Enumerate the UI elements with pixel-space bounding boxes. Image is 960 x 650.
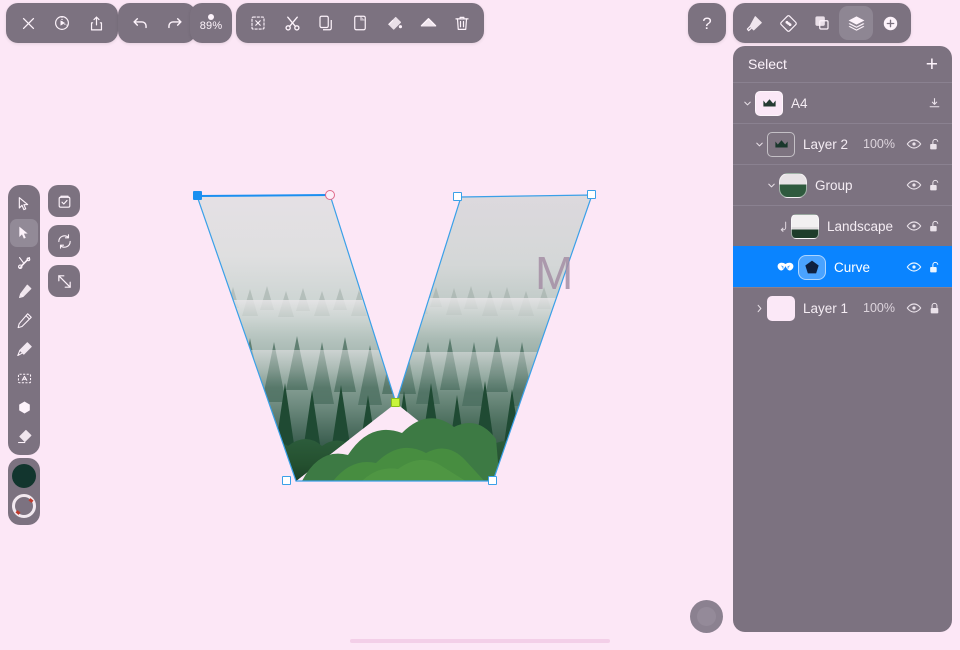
layer-row-landscape[interactable]: Landscape [733, 205, 952, 246]
layer-thumbnail [791, 213, 819, 239]
history-button-group [118, 3, 196, 43]
node-top-right[interactable] [587, 190, 596, 199]
node-bottom-right[interactable] [488, 476, 497, 485]
chevron-down-icon[interactable] [763, 180, 779, 191]
help-button[interactable]: ? [688, 3, 726, 43]
share-icon[interactable] [79, 6, 113, 40]
eye-icon[interactable] [904, 300, 924, 316]
color-controls [8, 458, 40, 525]
layer-opacity-label: 100% [863, 137, 895, 151]
tool-brush[interactable] [10, 335, 38, 363]
clipping-mask-icon [775, 220, 791, 233]
node-top-inner-left[interactable] [325, 190, 335, 200]
layer-row-layer-2[interactable]: Layer 2 100% [733, 123, 952, 164]
tab-boolean[interactable] [805, 6, 839, 40]
eye-icon[interactable] [904, 136, 924, 152]
tool-select-arrow[interactable] [10, 190, 38, 218]
add-layer-button[interactable]: + [926, 54, 938, 75]
mask-icon[interactable] [775, 262, 795, 273]
eye-icon[interactable] [904, 259, 924, 275]
download-icon[interactable] [924, 97, 944, 110]
preview-icon[interactable] [45, 6, 79, 40]
zoom-indicator[interactable]: 89% [190, 3, 232, 43]
layer-thumbnail [767, 295, 795, 321]
tool-handle-inner [697, 607, 716, 626]
layer-row-layer-1[interactable]: Layer 1 100% [733, 287, 952, 328]
unlock-icon[interactable] [924, 138, 944, 151]
layer-row-group[interactable]: Group [733, 164, 952, 205]
unlock-icon[interactable] [924, 220, 944, 233]
color-wheel-icon[interactable] [12, 494, 36, 518]
chevron-right-icon[interactable] [751, 303, 767, 314]
chevron-down-icon[interactable] [751, 139, 767, 150]
copy-icon[interactable] [309, 6, 343, 40]
layer-row-curve[interactable]: Curve [733, 246, 952, 287]
layers-panel: Select + A4 Layer 2 100% Group Landscape… [733, 46, 952, 632]
tool-scissors[interactable] [10, 248, 38, 276]
tab-layers[interactable] [839, 6, 873, 40]
panel-tab-group [733, 3, 911, 43]
tab-add[interactable] [873, 6, 907, 40]
redo-icon[interactable] [157, 6, 191, 40]
tool-node-arrow[interactable] [10, 219, 38, 247]
undo-icon[interactable] [123, 6, 157, 40]
tool-eraser[interactable] [10, 422, 38, 450]
layer-name-label: Layer 1 [803, 300, 849, 316]
left-toolbar [8, 185, 40, 455]
resize-button[interactable] [48, 265, 80, 297]
eye-icon[interactable] [904, 218, 924, 234]
eye-icon[interactable] [904, 177, 924, 193]
tab-style[interactable] [771, 6, 805, 40]
close-icon[interactable] [11, 6, 45, 40]
tool-pen[interactable] [10, 277, 38, 305]
delete-icon[interactable] [445, 6, 479, 40]
layer-name-label: A4 [791, 95, 808, 111]
artwork-letter-m: M [535, 247, 575, 299]
canvas-area[interactable]: M [90, 60, 690, 590]
confirm-button[interactable] [48, 185, 80, 217]
node-top-inner-right[interactable] [453, 192, 462, 201]
deselect-icon[interactable] [241, 6, 275, 40]
edit-button-group [236, 3, 484, 43]
layer-thumbnail [767, 131, 795, 157]
left-toolbar-actions [48, 185, 80, 297]
cut-icon[interactable] [275, 6, 309, 40]
help-label: ? [702, 13, 712, 33]
layer-name-label: Group [815, 177, 853, 193]
layers-panel-title: Select [748, 56, 787, 72]
fill-icon[interactable] [377, 6, 411, 40]
tool-handle-button[interactable] [690, 600, 723, 633]
node-bottom-left[interactable] [282, 476, 291, 485]
app-root: 89% ? M Select + A4 Layer 2 100% Group L… [0, 0, 960, 650]
layer-thumbnail [798, 254, 826, 280]
unlock-icon[interactable] [924, 179, 944, 192]
layer-name-label: Layer 2 [803, 136, 849, 152]
layer-name-label: Curve [834, 259, 871, 275]
layers-panel-header: Select + [733, 46, 952, 82]
node-vertex[interactable] [391, 398, 400, 407]
paste-icon[interactable] [343, 6, 377, 40]
tab-brush[interactable] [737, 6, 771, 40]
rotate-button[interactable] [48, 225, 80, 257]
unlock-icon[interactable] [924, 261, 944, 274]
horizontal-scrollbar[interactable] [350, 639, 610, 643]
mask-icon[interactable] [411, 6, 445, 40]
artwork-v-letter [196, 194, 593, 482]
layer-opacity-label: 100% [863, 301, 895, 315]
node-top-left[interactable] [193, 191, 202, 200]
tool-text[interactable] [10, 364, 38, 392]
tool-shape[interactable] [10, 393, 38, 421]
lock-icon[interactable] [924, 302, 944, 315]
chevron-down-icon[interactable] [739, 98, 755, 109]
fill-color-swatch[interactable] [12, 464, 36, 488]
top-toolbar: 89% ? [0, 0, 960, 46]
layer-row-a4[interactable]: A4 [733, 82, 952, 123]
file-button-group [6, 3, 118, 43]
layer-thumbnail [755, 90, 783, 116]
layer-name-label: Landscape [827, 218, 894, 234]
layer-thumbnail [779, 172, 807, 198]
zoom-level-label: 89% [199, 20, 223, 32]
tool-pencil[interactable] [10, 306, 38, 334]
